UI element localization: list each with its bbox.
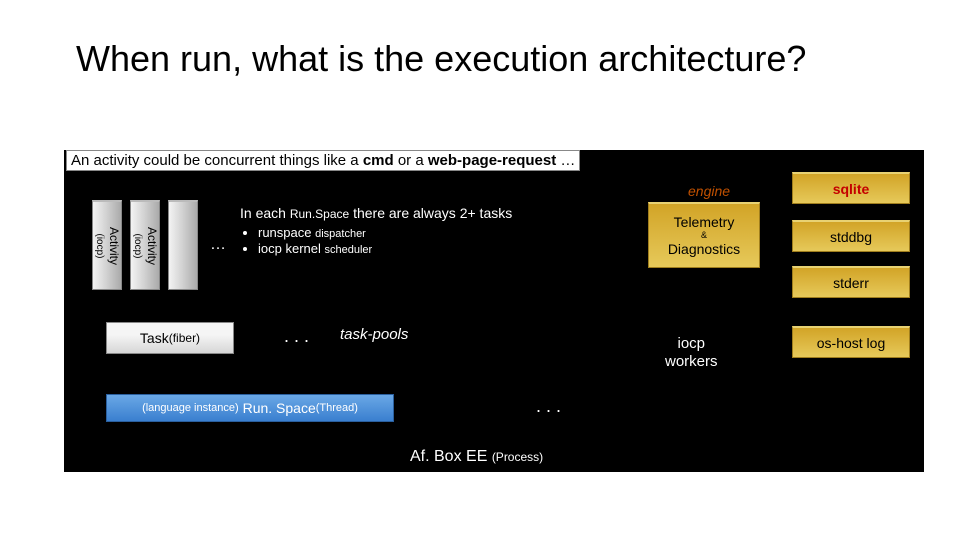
rs-hdr-suffix: there are always 2+ tasks	[349, 205, 512, 221]
engine-label: engine	[688, 183, 730, 199]
caption-web: web-page-request	[428, 152, 556, 169]
rs-li1b: dispatcher	[315, 228, 366, 240]
task-bar: Task (fiber)	[106, 322, 234, 354]
afbox-sub: (Process)	[492, 450, 543, 464]
rs-bar-suffix: (Thread)	[316, 402, 358, 414]
caption-suffix: …	[556, 152, 575, 169]
activity-sub: (iocp)	[132, 233, 143, 258]
rs-li1a: runspace	[258, 225, 315, 240]
telemetry-box: Telemetry & Diagnostics	[648, 202, 760, 268]
task-label: Task	[140, 330, 169, 346]
rs-li2a: iocp kernel	[258, 241, 324, 256]
caption-or: or a	[394, 152, 428, 169]
runspace-bar: (language instance) Run. Space (Thread)	[106, 394, 394, 422]
caption-cmd: cmd	[363, 152, 394, 169]
stderr-box: stderr	[792, 266, 910, 298]
rs-hdr-rs: Run.Space	[290, 207, 349, 221]
activity-ellipsis: …	[210, 236, 226, 254]
activity-sub: (iocp)	[94, 233, 105, 258]
task-sub: (fiber)	[169, 331, 200, 345]
runspace-info: In each Run.Space there are always 2+ ta…	[240, 205, 512, 258]
rs-bar-main: Run. Space	[243, 400, 316, 416]
caption-prefix: An activity could be concurrent things l…	[71, 152, 363, 169]
task-dots: . . .	[284, 326, 309, 347]
task-pools-label: task-pools	[340, 326, 408, 343]
activity-label: Activity	[107, 226, 121, 264]
sqlite-box: sqlite	[792, 172, 910, 204]
io-streams-label: io streams	[808, 398, 877, 415]
telemetry-l1: Telemetry	[674, 214, 735, 230]
rs-hdr-prefix: In each	[240, 205, 290, 221]
rs-li2b: scheduler	[324, 244, 372, 256]
telemetry-l2: Diagnostics	[668, 241, 740, 257]
rs-bar-prefix: (language instance)	[142, 402, 239, 414]
telemetry-amp: &	[701, 230, 707, 240]
activity-box-3	[168, 200, 198, 290]
rs-li-2: iocp kernel scheduler	[258, 241, 512, 258]
rs-li-1: runspace dispatcher	[258, 225, 512, 242]
runspace-dots: . . .	[536, 396, 561, 417]
iocp-workers-label: iocp workers	[665, 335, 718, 371]
activity-vlabel: Activity (iocp)	[132, 226, 158, 264]
runspace-info-header: In each Run.Space there are always 2+ ta…	[240, 205, 512, 223]
iocp-l1: iocp	[677, 335, 705, 352]
activity-vlabel: Activity (iocp)	[94, 226, 120, 264]
activity-box-2: Activity (iocp)	[130, 200, 160, 290]
activity-box-1: Activity (iocp)	[92, 200, 122, 290]
iocp-l2: workers	[665, 353, 718, 370]
afbox-main: Af. Box EE	[410, 448, 492, 465]
activity-label: Activity	[145, 226, 159, 264]
stddbg-box: stddbg	[792, 220, 910, 252]
slide-title: When run, what is the execution architec…	[76, 38, 806, 80]
activity-caption: An activity could be concurrent things l…	[66, 150, 580, 171]
oshost-box: os-host log	[792, 326, 910, 358]
afbox-label: Af. Box EE (Process)	[410, 448, 543, 466]
